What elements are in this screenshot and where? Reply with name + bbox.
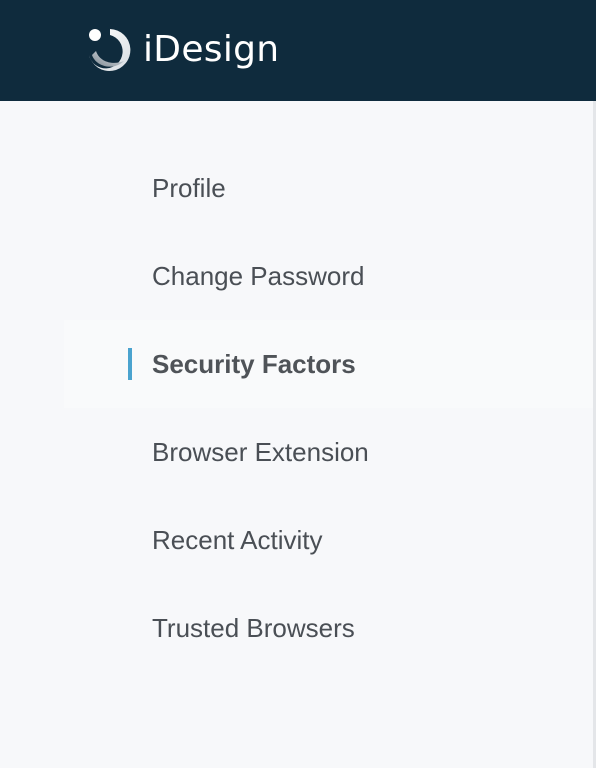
sidebar-item-label: Profile [152, 172, 226, 203]
sidebar-item-trusted-browsers[interactable]: Trusted Browsers [64, 584, 593, 672]
idesign-logo-icon [89, 29, 131, 71]
brand-logo[interactable]: iDesign [84, 25, 279, 75]
sidebar-item-label: Trusted Browsers [152, 612, 355, 643]
sidebar-nav: Profile Change Password Security Factors… [0, 101, 593, 768]
sidebar-item-label: Recent Activity [152, 524, 323, 555]
sidebar-item-change-password[interactable]: Change Password [64, 232, 593, 320]
sidebar-item-label: Browser Extension [152, 436, 369, 467]
sidebar-item-label: Security Factors [152, 348, 356, 379]
active-indicator [128, 348, 132, 380]
sidebar-item-profile[interactable]: Profile [64, 144, 593, 232]
sidebar-item-label: Change Password [152, 260, 365, 291]
sidebar-item-browser-extension[interactable]: Browser Extension [64, 408, 593, 496]
app-header: iDesign [0, 0, 596, 101]
sidebar-item-security-factors[interactable]: Security Factors [64, 320, 593, 408]
sidebar-item-recent-activity[interactable]: Recent Activity [64, 496, 593, 584]
brand-name: iDesign [143, 29, 280, 70]
